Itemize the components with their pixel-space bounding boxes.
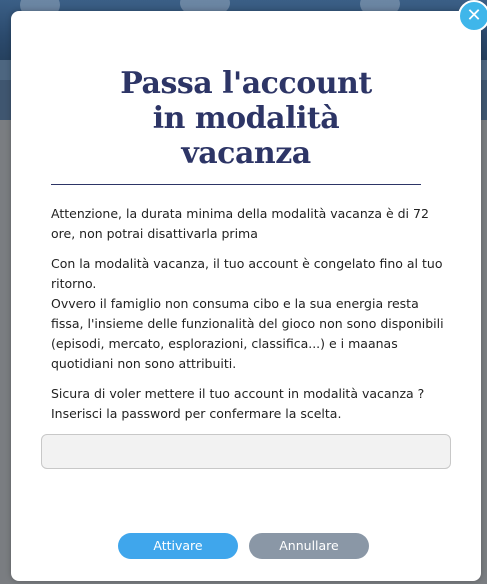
dialog-title: Passa l'account in modalità vacanza	[11, 66, 481, 171]
password-input[interactable]	[41, 434, 451, 469]
frozen-account-details: Ovvero il famiglio non consuma cibo e la…	[51, 296, 444, 371]
dialog-title-line: in modalità	[152, 101, 340, 136]
dialog-body: Attenzione, la durata minima della modal…	[51, 204, 451, 434]
dialog-title-line: vacanza	[181, 136, 311, 171]
close-button[interactable]: ✕	[458, 0, 487, 32]
dialog-title-line: Passa l'account	[120, 66, 372, 101]
confirm-prompt: Sicura di voler mettere il tuo account i…	[51, 386, 425, 421]
cancel-button[interactable]: Annullare	[249, 533, 369, 559]
activate-button[interactable]: Attivare	[118, 533, 238, 559]
close-icon: ✕	[466, 5, 482, 26]
frozen-account-paragraph: Con la modalità vacanza, il tuo account …	[51, 254, 451, 374]
warning-paragraph: Attenzione, la durata minima della modal…	[51, 206, 429, 241]
vacation-mode-dialog: Passa l'account in modalità vacanza Atte…	[11, 11, 481, 581]
frozen-account-line: Con la modalità vacanza, il tuo account …	[51, 256, 443, 291]
title-divider	[51, 184, 421, 185]
